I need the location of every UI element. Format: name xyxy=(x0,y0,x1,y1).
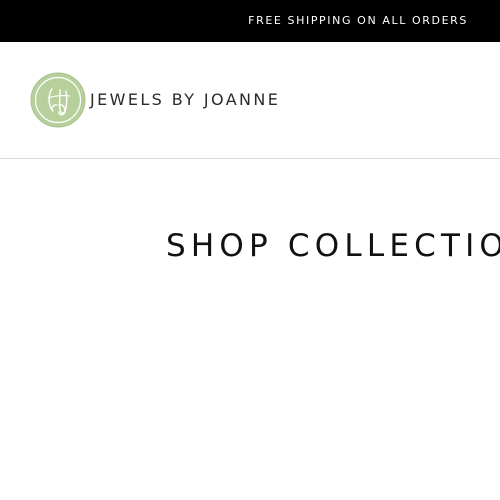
logo-text: JEWELS BY JOANNE xyxy=(90,90,281,109)
announcement-text: FREE SHIPPING ON ALL ORDERS xyxy=(248,14,468,27)
jbj-monogram-logo-icon xyxy=(30,72,86,128)
announcement-bar: FREE SHIPPING ON ALL ORDERS xyxy=(0,0,500,42)
page-title: SHOP COLLECTIO xyxy=(166,228,500,264)
site-header: JEWELS BY JOANNE xyxy=(0,42,500,159)
